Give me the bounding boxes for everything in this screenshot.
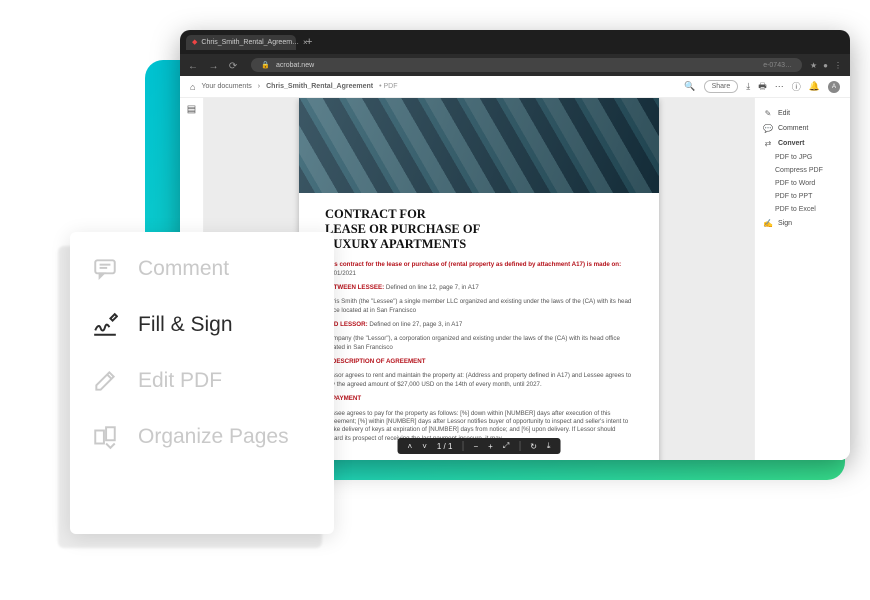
zoom-in-icon[interactable]: +: [488, 442, 493, 451]
fit-width-icon[interactable]: ⤢: [503, 441, 509, 451]
action-label: Fill & Sign: [138, 313, 233, 337]
page-toolbar: ˄ ˅ 1 / 1 − + ⤢ ↻ ⤓: [398, 438, 561, 454]
right-panel-edit[interactable]: ✎ Edit: [759, 106, 846, 121]
thumbnails-icon[interactable]: ▤: [187, 104, 196, 115]
convert-icon: ⇄: [763, 139, 773, 148]
convert-option[interactable]: PDF to JPG: [759, 151, 846, 164]
new-tab-button[interactable]: +: [302, 36, 316, 48]
action-label: Organize Pages: [138, 425, 289, 449]
page-indicator: 1 / 1: [437, 442, 453, 451]
address-input[interactable]: 🔒 acrobat.new e-0743…: [251, 58, 802, 72]
print-icon[interactable]: 🖶: [758, 79, 767, 95]
toolbar-separator: [462, 441, 463, 451]
nav-buttons: ← → ⟳: [188, 56, 243, 74]
zoom-out-icon[interactable]: −: [473, 442, 478, 451]
browser-action-icons: ★ ● ⋮: [810, 61, 842, 70]
comment-icon: 💬: [763, 124, 773, 133]
organize-pages-icon: [90, 422, 120, 452]
notifications-icon[interactable]: 🔔: [809, 81, 820, 92]
doc-lessor-para: Company (the "Lessor"), a corporation or…: [325, 335, 633, 352]
breadcrumb-segment[interactable]: Your documents: [201, 83, 251, 90]
file-ext-badge: • PDF: [379, 83, 397, 90]
profile-icon[interactable]: ●: [823, 61, 828, 70]
back-icon[interactable]: ←: [188, 61, 198, 72]
signature-icon: [90, 310, 120, 340]
chevron-right-icon: ›: [258, 83, 260, 90]
home-icon[interactable]: ⌂: [190, 82, 195, 92]
action-organize-pages[interactable]: Organize Pages: [90, 422, 314, 452]
action-menu-card: Comment Fill & Sign Edit PDF: [70, 232, 334, 534]
browser-tab-strip: ◆ Chris_Smith_Rental_Agreem… × +: [180, 30, 850, 54]
tab-favicon: ◆: [192, 38, 197, 46]
share-button[interactable]: Share: [704, 80, 739, 93]
right-panel-comment[interactable]: 💬 Comment: [759, 121, 846, 136]
doc-h1-para: Lessor agrees to rent and maintain the p…: [325, 372, 633, 389]
doc-h2: 2. PAYMENT: [325, 395, 633, 403]
sign-icon: ✍: [763, 219, 773, 228]
browser-tab[interactable]: ◆ Chris_Smith_Rental_Agreem… ×: [186, 35, 296, 50]
document-hero-image: [299, 98, 659, 193]
doc-between: BETWEEN LESSEE: Defined on line 12, page…: [325, 284, 633, 292]
page-down-icon[interactable]: ˅: [422, 442, 427, 451]
breadcrumb-segment-current: Chris_Smith_Rental_Agreement: [266, 83, 373, 90]
toolbar-separator: [519, 441, 520, 451]
convert-option[interactable]: Compress PDF: [759, 164, 846, 177]
page-up-icon[interactable]: ˄: [408, 442, 413, 451]
download-icon[interactable]: ⤓: [746, 81, 750, 92]
convert-option[interactable]: PDF to PPT: [759, 190, 846, 203]
document-title: CONTRACT FOR LEASE OR PURCHASE OF LUXURY…: [325, 207, 633, 251]
document-page: CONTRACT FOR LEASE OR PURCHASE OF LUXURY…: [299, 98, 659, 460]
tab-title: Chris_Smith_Rental_Agreem…: [201, 39, 299, 46]
right-panel-convert[interactable]: ⇄ Convert: [759, 136, 846, 151]
download-icon[interactable]: ⤓: [547, 441, 551, 451]
avatar[interactable]: A: [828, 81, 840, 93]
info-icon[interactable]: ⓘ: [792, 80, 801, 93]
doc-and-lessor: AND LESSOR: Defined on line 27, page 3, …: [325, 321, 633, 329]
url-text: acrobat.new: [276, 62, 314, 69]
action-comment[interactable]: Comment: [90, 254, 314, 284]
forward-icon[interactable]: →: [208, 61, 218, 72]
convert-option[interactable]: PDF to Excel: [759, 203, 846, 216]
reload-icon[interactable]: ⟳: [229, 61, 237, 72]
lock-icon: 🔒: [261, 61, 270, 69]
doc-lessee-para: Chris Smith (the "Lessee") a single memb…: [325, 298, 633, 315]
pencil-icon: ✎: [763, 109, 773, 118]
url-extra: e-0743…: [763, 62, 792, 69]
right-panel-sign[interactable]: ✍ Sign: [759, 216, 846, 231]
search-icon[interactable]: 🔍: [684, 81, 695, 92]
convert-option[interactable]: PDF to Word: [759, 177, 846, 190]
doc-preamble: This contract for the lease or purchase …: [325, 261, 633, 278]
address-bar-row: ← → ⟳ 🔒 acrobat.new e-0743… ★ ● ⋮: [180, 54, 850, 76]
action-label: Edit PDF: [138, 369, 222, 393]
action-edit-pdf[interactable]: Edit PDF: [90, 366, 314, 396]
browser-menu-icon[interactable]: ⋮: [834, 61, 842, 70]
action-fill-sign[interactable]: Fill & Sign: [90, 310, 314, 340]
more-icon[interactable]: ⋯: [775, 81, 784, 92]
action-label: Comment: [138, 257, 229, 281]
comment-icon: [90, 254, 120, 284]
pencil-icon: [90, 366, 120, 396]
breadcrumb-row: ⌂ Your documents › Chris_Smith_Rental_Ag…: [180, 76, 850, 98]
right-tools-panel: ✎ Edit 💬 Comment ⇄ Convert PDF to JPG Co…: [754, 98, 850, 460]
doc-h1: 1. DESCRIPTION OF AGREEMENT: [325, 358, 633, 366]
rotate-icon[interactable]: ↻: [530, 442, 537, 451]
extension-icon[interactable]: ★: [810, 61, 817, 70]
